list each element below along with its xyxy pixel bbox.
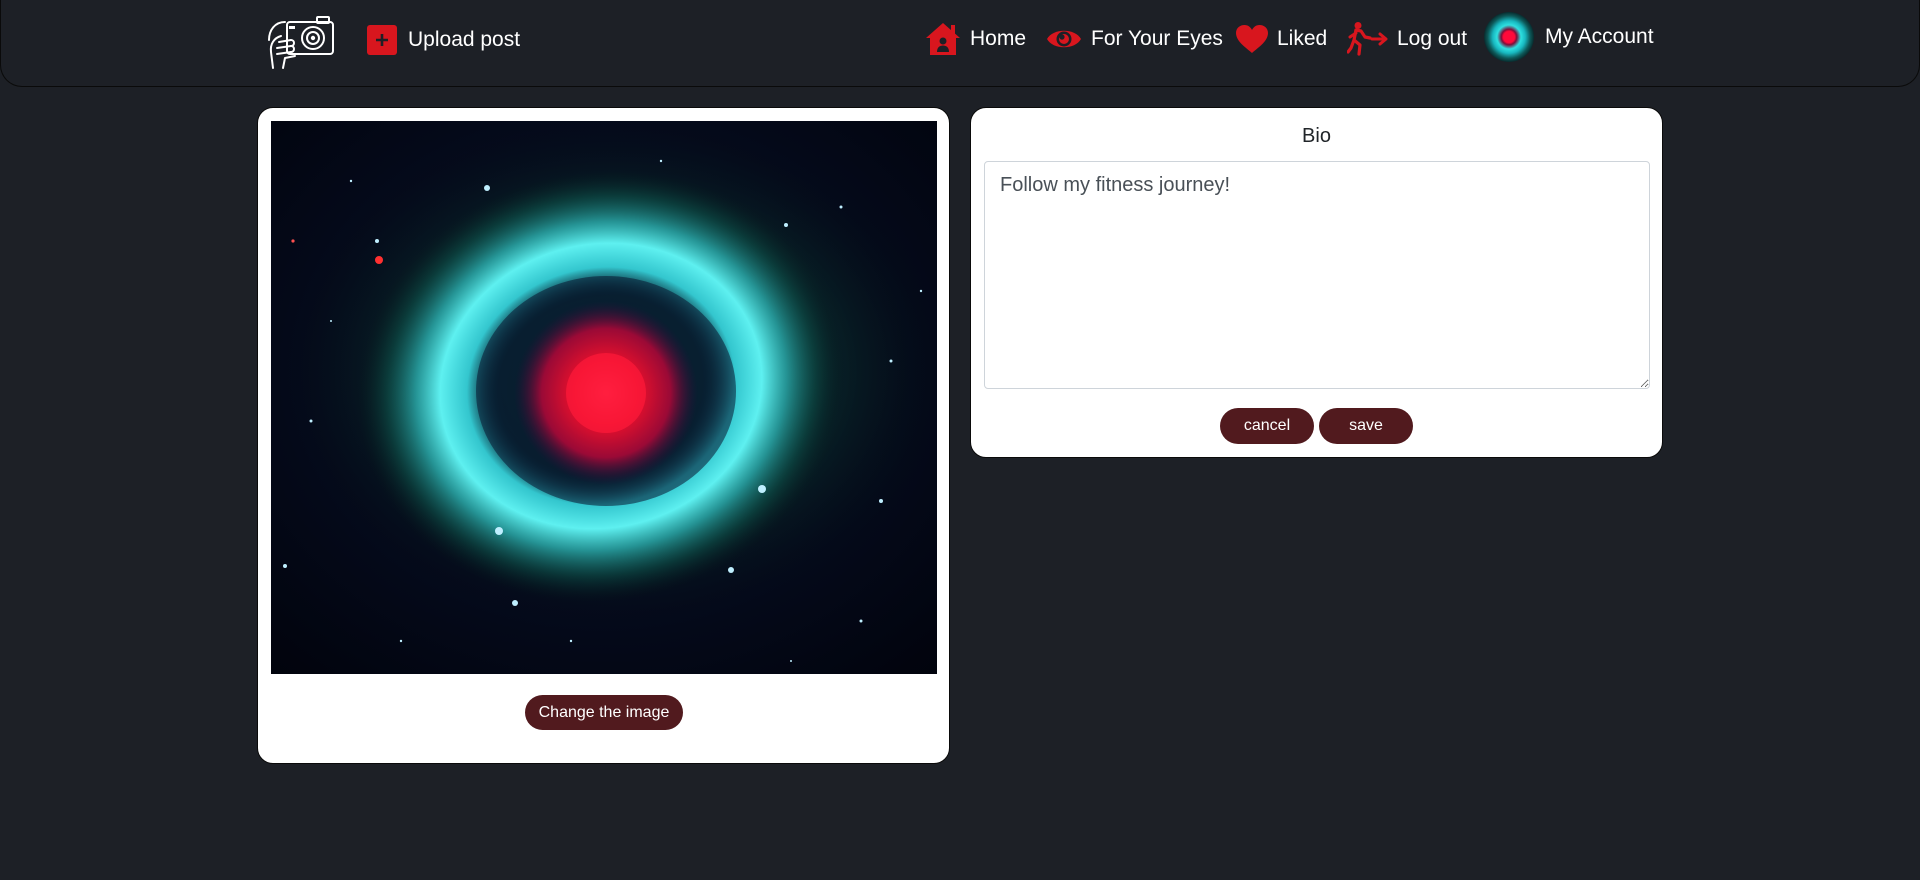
- nav-liked-label: Liked: [1277, 27, 1328, 50]
- nav-home-link[interactable]: Home: [924, 19, 1026, 59]
- plus-square-icon: [367, 25, 397, 55]
- nav-logout-label: Log out: [1397, 27, 1468, 50]
- nav-my-account-label: My Account: [1545, 25, 1654, 48]
- bio-card: Bio Follow my fitness journey! cancel sa…: [970, 107, 1663, 458]
- nav-for-your-eyes-label: For Your Eyes: [1091, 27, 1223, 50]
- nav-for-your-eyes-link[interactable]: For Your Eyes: [1045, 19, 1223, 59]
- change-image-button[interactable]: Change the image: [525, 695, 683, 730]
- profile-image: [271, 121, 937, 674]
- nebula-image: [271, 121, 937, 674]
- nav-liked-link[interactable]: Liked: [1235, 19, 1327, 59]
- nav-logout-link[interactable]: Log out: [1347, 19, 1467, 59]
- running-exit-icon: [1347, 21, 1389, 57]
- upload-post-label: Upload post: [408, 28, 521, 51]
- cancel-button[interactable]: cancel: [1220, 408, 1314, 444]
- eye-icon: [1045, 25, 1083, 53]
- profile-image-card: Change the image: [257, 107, 950, 764]
- nav-home-label: Home: [970, 27, 1027, 50]
- heart-icon: [1235, 24, 1269, 54]
- camera-logo-icon[interactable]: [265, 12, 337, 72]
- save-button[interactable]: save: [1319, 408, 1413, 444]
- upload-post-link[interactable]: Upload post: [367, 20, 520, 60]
- bio-textarea[interactable]: Follow my fitness journey!: [984, 161, 1650, 389]
- house-icon: [924, 21, 962, 57]
- avatar: [1484, 12, 1534, 62]
- nav-my-account-link[interactable]: My Account: [1484, 12, 1654, 62]
- top-navbar: Upload post Home For Your Eyes Liked Log…: [0, 0, 1920, 87]
- bio-label: Bio: [1302, 125, 1331, 147]
